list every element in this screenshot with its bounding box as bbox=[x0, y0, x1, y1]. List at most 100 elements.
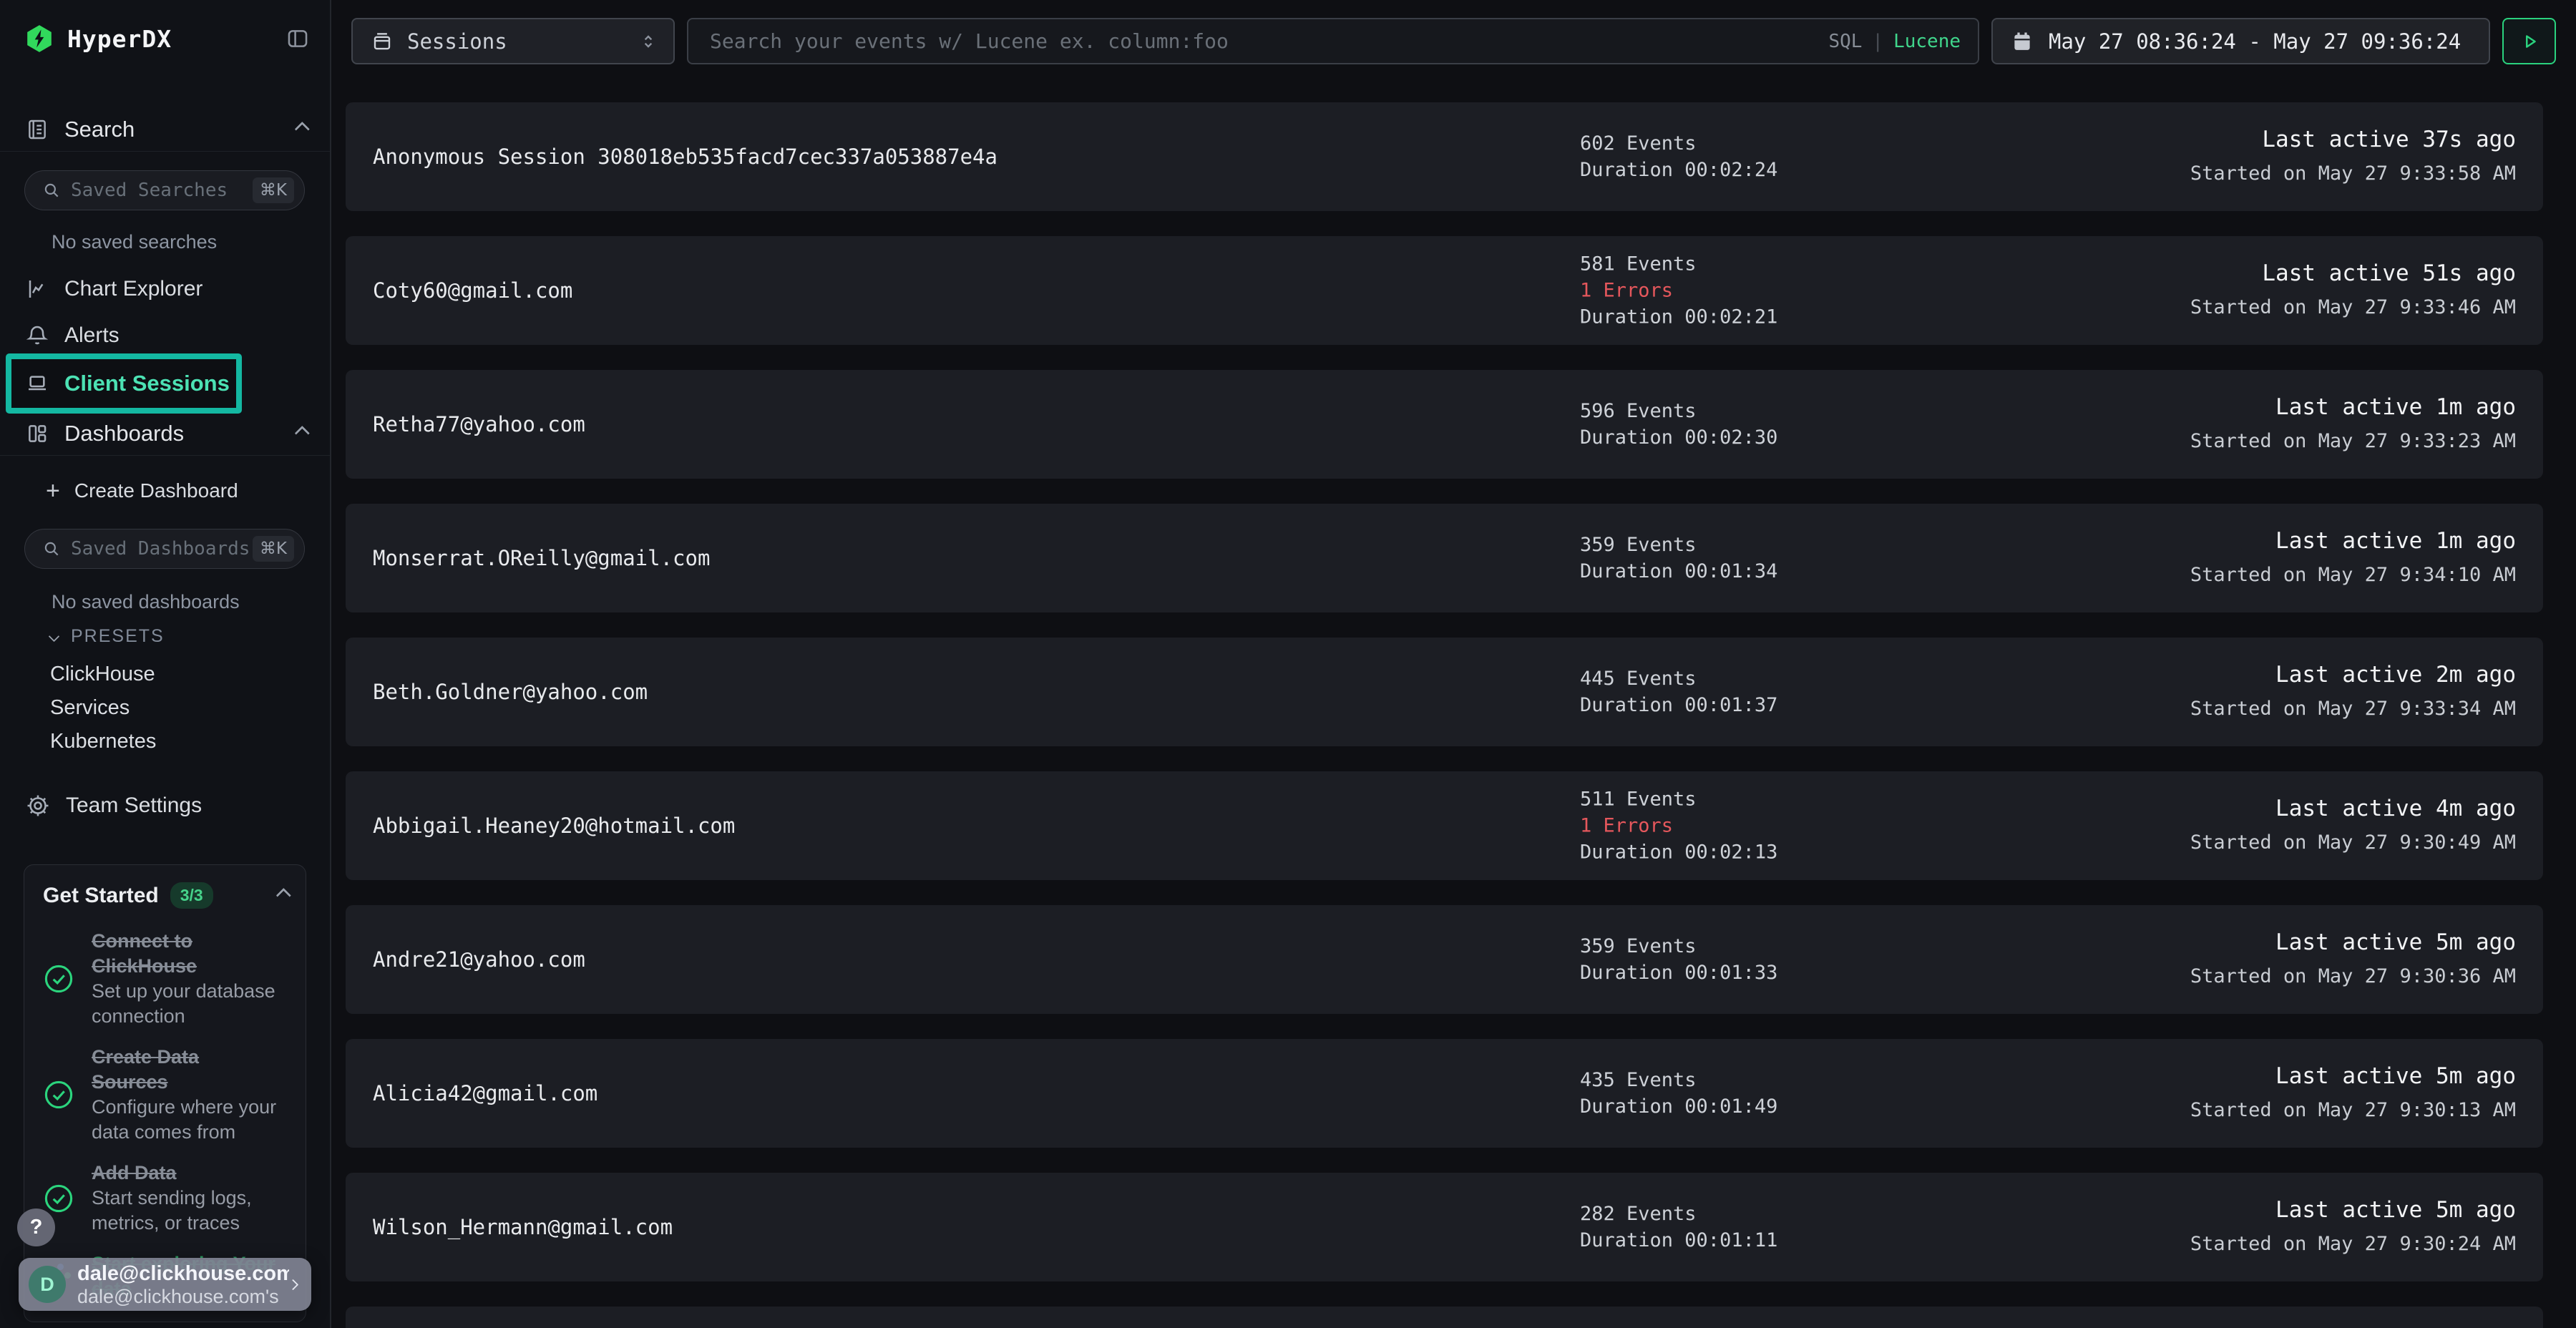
session-last-active: Last active 37s ago bbox=[2190, 125, 2516, 154]
session-stats: 435 Events Duration 00:01:49 bbox=[1580, 1067, 1777, 1120]
sidebar-item-dashboards[interactable]: Dashboards bbox=[0, 411, 330, 456]
session-row[interactable]: Abbigail.Heaney20@hotmail.com 511 Events… bbox=[346, 771, 2543, 880]
get-started-item[interactable]: Add Data Start sending logs, metrics, or… bbox=[43, 1161, 287, 1236]
get-started-item-title: Add Data bbox=[92, 1161, 279, 1186]
session-last-active: Last active 51s ago bbox=[2190, 259, 2516, 288]
laptop-icon bbox=[26, 372, 49, 395]
search-icon bbox=[42, 540, 61, 558]
hyperdx-logo-icon bbox=[24, 24, 54, 54]
get-started-header[interactable]: Get Started 3/3 bbox=[43, 882, 287, 909]
session-last-active: Last active 1m ago bbox=[2190, 393, 2516, 421]
progress-badge: 3/3 bbox=[170, 882, 213, 909]
lucene-toggle[interactable]: Lucene bbox=[1893, 31, 1961, 52]
session-duration: Duration 00:02:21 bbox=[1580, 304, 1777, 331]
create-dashboard-button[interactable]: + Create Dashboard bbox=[46, 474, 238, 507]
chevron-right-icon bbox=[288, 1279, 299, 1290]
get-started-card: Get Started 3/3 Connect to ClickHouse Se… bbox=[24, 864, 306, 1322]
session-duration: Duration 00:02:13 bbox=[1580, 839, 1777, 866]
database-icon bbox=[371, 31, 393, 52]
chevron-down-icon bbox=[49, 631, 60, 643]
session-title: Retha77@yahoo.com bbox=[373, 412, 585, 436]
session-title: Wilson_Hermann@gmail.com bbox=[373, 1215, 673, 1239]
avatar: D bbox=[29, 1266, 66, 1303]
session-row[interactable]: Anonymous Session 308018eb535facd7cec337… bbox=[346, 102, 2543, 211]
sidebar-item-label: Chart Explorer bbox=[64, 277, 203, 301]
session-times: Last active 37s ago Started on May 27 9:… bbox=[2190, 125, 2516, 188]
sidebar-item-team-settings[interactable]: Team Settings bbox=[0, 787, 330, 824]
saved-searches-placeholder: Saved Searches bbox=[71, 180, 253, 201]
session-duration: Duration 00:01:37 bbox=[1580, 692, 1777, 718]
presets-toggle[interactable]: PRESETS bbox=[50, 626, 165, 647]
select-updown-icon bbox=[639, 32, 658, 51]
sql-toggle[interactable]: SQL bbox=[1828, 31, 1862, 52]
shortcut-badge: ⌘K bbox=[253, 177, 294, 203]
session-row[interactable]: Andre21@yahoo.com 359 Events Duration 00… bbox=[346, 905, 2543, 1014]
source-select-value: Sessions bbox=[407, 29, 639, 54]
session-times: Last active 5m ago Started on May 27 9:3… bbox=[2190, 1196, 2516, 1259]
session-stats: 581 Events 1 Errors Duration 00:02:21 bbox=[1580, 251, 1777, 331]
sidebar-item-chart-explorer[interactable]: Chart Explorer bbox=[0, 270, 330, 308]
gear-icon bbox=[26, 794, 50, 818]
time-range-value: May 27 08:36:24 - May 27 09:36:24 bbox=[2049, 29, 2461, 54]
help-button[interactable]: ? bbox=[17, 1209, 55, 1246]
sidebar-preset-clickhouse[interactable]: ClickHouse bbox=[50, 660, 155, 688]
session-errors: 1 Errors bbox=[1580, 278, 1777, 304]
saved-searches-input[interactable]: Saved Searches ⌘K bbox=[24, 170, 305, 210]
calendar-icon bbox=[2011, 31, 2033, 52]
session-events: 511 Events bbox=[1580, 786, 1777, 813]
session-title: Abbigail.Heaney20@hotmail.com bbox=[373, 814, 735, 838]
session-title: Andre21@yahoo.com bbox=[373, 947, 585, 972]
session-row[interactable]: Wilson_Hermann@gmail.com 282 Events Dura… bbox=[346, 1173, 2543, 1281]
sidebar-preset-kubernetes[interactable]: Kubernetes bbox=[50, 727, 156, 756]
session-times: Last active 1m ago Started on May 27 9:3… bbox=[2190, 393, 2516, 456]
sidebar-item-label: Dashboards bbox=[64, 421, 295, 446]
sidebar-item-alerts[interactable]: Alerts bbox=[0, 317, 330, 354]
session-last-active: Last active 2m ago bbox=[2190, 660, 2516, 689]
collapse-sidebar-icon[interactable] bbox=[286, 26, 310, 51]
topbar: Sessions Search your events w/ Lucene ex… bbox=[331, 0, 2576, 82]
toggle-separator: | bbox=[1872, 31, 1883, 52]
session-row[interactable]: Monserrat.OReilly@gmail.com 359 Events D… bbox=[346, 504, 2543, 612]
chevron-up-icon bbox=[295, 426, 310, 441]
session-stats: 282 Events Duration 00:01:11 bbox=[1580, 1201, 1777, 1254]
session-events: 282 Events bbox=[1580, 1201, 1777, 1227]
user-texts: dale@clickhouse.com dale@clickhouse.com'… bbox=[77, 1261, 289, 1308]
chart-icon bbox=[26, 278, 49, 301]
time-range-picker[interactable]: May 27 08:36:24 - May 27 09:36:24 bbox=[1991, 18, 2490, 64]
get-started-item[interactable]: Create Data Sources Configure where your… bbox=[43, 1045, 287, 1145]
get-started-item[interactable]: Connect to ClickHouse Set up your databa… bbox=[43, 929, 287, 1029]
no-saved-searches-text: No saved searches bbox=[52, 231, 217, 253]
run-query-button[interactable] bbox=[2502, 18, 2556, 64]
session-row-partial[interactable] bbox=[346, 1307, 2543, 1328]
get-started-item-desc: Configure where your data comes from bbox=[92, 1095, 279, 1145]
user-profile-button[interactable]: D dale@clickhouse.com dale@clickhouse.co… bbox=[19, 1258, 311, 1311]
bell-icon bbox=[26, 324, 49, 347]
sidebar-item-client-sessions[interactable]: Client Sessions bbox=[6, 353, 242, 414]
saved-dashboards-input[interactable]: Saved Dashboards ⌘K bbox=[24, 529, 305, 569]
sidebar-item-search[interactable]: Search bbox=[0, 107, 330, 152]
session-events: 581 Events bbox=[1580, 251, 1777, 278]
session-duration: Duration 00:02:24 bbox=[1580, 157, 1777, 183]
sidebar-preset-services[interactable]: Services bbox=[50, 693, 130, 722]
session-row[interactable]: Beth.Goldner@yahoo.com 445 Events Durati… bbox=[346, 638, 2543, 746]
session-row[interactable]: Retha77@yahoo.com 596 Events Duration 00… bbox=[346, 370, 2543, 479]
chevron-up-icon bbox=[276, 888, 291, 903]
user-team: dale@clickhouse.com's bbox=[77, 1286, 289, 1308]
session-started: Started on May 27 9:33:34 AM bbox=[2190, 695, 2516, 723]
session-times: Last active 4m ago Started on May 27 9:3… bbox=[2190, 794, 2516, 857]
shortcut-badge: ⌘K bbox=[253, 536, 294, 562]
source-select[interactable]: Sessions bbox=[351, 18, 675, 64]
event-search-input[interactable]: Search your events w/ Lucene ex. column:… bbox=[687, 18, 1979, 64]
session-row[interactable]: Coty60@gmail.com 581 Events 1 Errors Dur… bbox=[346, 236, 2543, 345]
session-stats: 596 Events Duration 00:02:30 bbox=[1580, 398, 1777, 451]
search-icon bbox=[42, 181, 61, 200]
session-stats: 359 Events Duration 00:01:34 bbox=[1580, 532, 1777, 585]
session-events: 596 Events bbox=[1580, 398, 1777, 424]
logo-row: HyperDX bbox=[24, 20, 310, 57]
session-duration: Duration 00:01:11 bbox=[1580, 1227, 1777, 1254]
session-duration: Duration 00:01:34 bbox=[1580, 558, 1777, 585]
session-duration: Duration 00:01:49 bbox=[1580, 1093, 1777, 1120]
plus-icon: + bbox=[46, 479, 60, 503]
session-row[interactable]: Alicia42@gmail.com 435 Events Duration 0… bbox=[346, 1039, 2543, 1148]
session-events: 445 Events bbox=[1580, 665, 1777, 692]
